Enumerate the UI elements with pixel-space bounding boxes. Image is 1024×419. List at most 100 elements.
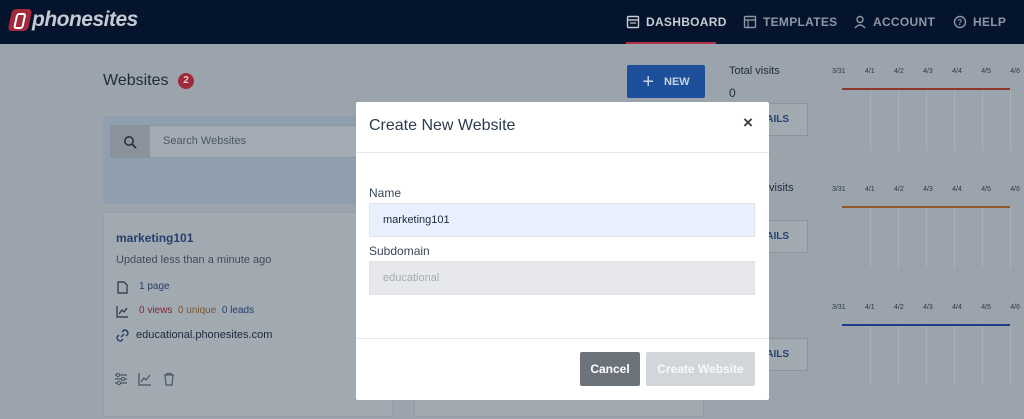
- cancel-button[interactable]: Cancel: [580, 352, 640, 386]
- chart-gridline: [870, 326, 871, 386]
- new-button-label: NEW: [664, 75, 690, 88]
- chart-gridline: [898, 208, 899, 268]
- modal-title: Create New Website: [369, 117, 516, 134]
- chart-date-label: 4/1: [864, 304, 875, 311]
- chart-date-label: 3/31: [832, 186, 846, 193]
- total-visits-label: Total visits: [729, 65, 780, 77]
- visits-label: visits: [769, 182, 794, 194]
- visits-mini-chart-1: 3/31 4/1 4/2 4/3 4/4 4/5 4/6: [832, 68, 1020, 158]
- modal-footer-divider: [356, 338, 769, 339]
- chart-date-labels: 3/31 4/1 4/2 4/3 4/4 4/5 4/6: [832, 68, 1020, 75]
- chart-gridline: [1010, 326, 1011, 386]
- chart-gridline: [870, 90, 871, 150]
- chart-date-labels: 3/31 4/1 4/2 4/3 4/4 4/5 4/6: [832, 186, 1020, 193]
- nav-dashboard-label: DASHBOARD: [646, 15, 727, 29]
- chart-gridline: [982, 326, 983, 386]
- link-icon: [116, 329, 129, 342]
- chart-date-label: 4/6: [1010, 304, 1020, 311]
- chart-date-label: 4/2: [894, 186, 904, 193]
- subdomain-label: Subdomain: [369, 244, 430, 258]
- phone-logo-icon: [7, 9, 33, 31]
- active-tab-indicator: [626, 42, 716, 44]
- name-input[interactable]: [369, 203, 755, 237]
- nav-templates[interactable]: TEMPLATES: [743, 0, 837, 44]
- chart-gridline: [1010, 208, 1011, 268]
- chart-date-label: 4/1: [864, 68, 875, 75]
- chart-date-label: 4/5: [981, 304, 991, 311]
- unique-count: 0 unique: [177, 305, 217, 316]
- chart-series-line: [842, 206, 1010, 208]
- views-count: 0 views: [139, 305, 173, 316]
- page-icon: [117, 281, 128, 294]
- search-input[interactable]: [110, 125, 393, 158]
- chart-date-label: 4/4: [952, 304, 962, 311]
- new-website-button[interactable]: + NEW: [627, 65, 705, 98]
- website-stats: 0 views 0 unique 0 leads: [139, 305, 254, 316]
- create-website-modal: Create New Website × Name Subdomain Canc…: [356, 102, 769, 400]
- chart-date-label: 4/3: [923, 186, 933, 193]
- total-visits-value: 0: [729, 86, 736, 100]
- user-icon: [854, 15, 866, 29]
- nav-help-label: HELP: [973, 15, 1007, 29]
- leads-count[interactable]: 0 leads: [222, 305, 254, 316]
- chart-series-line: [842, 324, 1010, 326]
- chart-date-label: 4/5: [981, 68, 991, 75]
- chart-gridline: [926, 326, 927, 386]
- chart-gridline: [898, 326, 899, 386]
- trash-icon[interactable]: [162, 372, 176, 386]
- search-button[interactable]: [110, 125, 150, 158]
- website-updated-text: Updated less than a minute ago: [116, 254, 272, 266]
- settings-sliders-icon[interactable]: [114, 372, 128, 386]
- chart-date-label: 4/6: [1010, 68, 1020, 75]
- chart-date-label: 4/4: [952, 186, 962, 193]
- chart-date-labels: 3/31 4/1 4/2 4/3 4/4 4/5 4/6: [832, 304, 1020, 311]
- brand-logo[interactable]: phonesites: [7, 6, 138, 34]
- search-icon: [124, 135, 137, 149]
- chart-gridline: [898, 90, 899, 150]
- chart-gridline: [926, 90, 927, 150]
- visits-mini-chart-2: 3/31 4/1 4/2 4/3 4/4 4/5 4/6: [832, 186, 1020, 276]
- chart-gridline: [954, 326, 955, 386]
- brand-name: phonesites: [32, 8, 138, 31]
- page-title: Websites: [103, 72, 169, 89]
- chart-date-label: 4/2: [894, 68, 904, 75]
- chart-date-label: 4/5: [981, 186, 991, 193]
- create-website-button[interactable]: Create Website: [646, 352, 755, 386]
- nav-help[interactable]: ? HELP: [953, 0, 1006, 44]
- pages-link[interactable]: 1 page: [139, 281, 170, 292]
- svg-text:?: ?: [957, 18, 962, 27]
- chart-gridline: [954, 90, 955, 150]
- close-icon[interactable]: ×: [743, 113, 753, 133]
- analytics-icon: [116, 306, 128, 318]
- chart-icon[interactable]: [138, 372, 152, 386]
- websites-count-badge: 2: [178, 73, 194, 89]
- top-nav: phonesites DASHBOARD TEMPLATES ACCOUNT ?…: [0, 0, 1024, 44]
- subdomain-input[interactable]: [369, 261, 755, 295]
- modal-header-divider: [356, 152, 769, 153]
- chart-date-label: 3/31: [832, 68, 846, 75]
- chart-date-label: 4/1: [864, 186, 875, 193]
- templates-icon: [743, 15, 757, 29]
- chart-gridline: [954, 208, 955, 268]
- chart-date-label: 4/4: [952, 68, 962, 75]
- nav-dashboard[interactable]: DASHBOARD: [626, 0, 727, 44]
- search-placeholder: Search Websites: [163, 135, 246, 147]
- chart-gridline: [982, 208, 983, 268]
- chart-gridline: [982, 90, 983, 150]
- chart-date-label: 4/3: [923, 68, 933, 75]
- nav-templates-label: TEMPLATES: [763, 15, 838, 29]
- plus-icon: +: [642, 70, 654, 93]
- name-label: Name: [369, 186, 402, 200]
- chart-gridline: [1010, 90, 1011, 150]
- dashboard-icon: [626, 15, 640, 29]
- chart-date-label: 4/2: [894, 304, 904, 311]
- chart-date-label: 3/31: [832, 304, 846, 311]
- chart-series-line: [842, 88, 1010, 90]
- chart-gridline: [926, 208, 927, 268]
- nav-account[interactable]: ACCOUNT: [853, 0, 935, 44]
- chart-date-label: 4/3: [923, 304, 933, 311]
- help-icon: ?: [953, 15, 967, 29]
- website-domain[interactable]: educational.phonesites.com: [136, 329, 272, 341]
- nav-account-label: ACCOUNT: [873, 15, 936, 29]
- website-name-link[interactable]: marketing101: [116, 231, 193, 245]
